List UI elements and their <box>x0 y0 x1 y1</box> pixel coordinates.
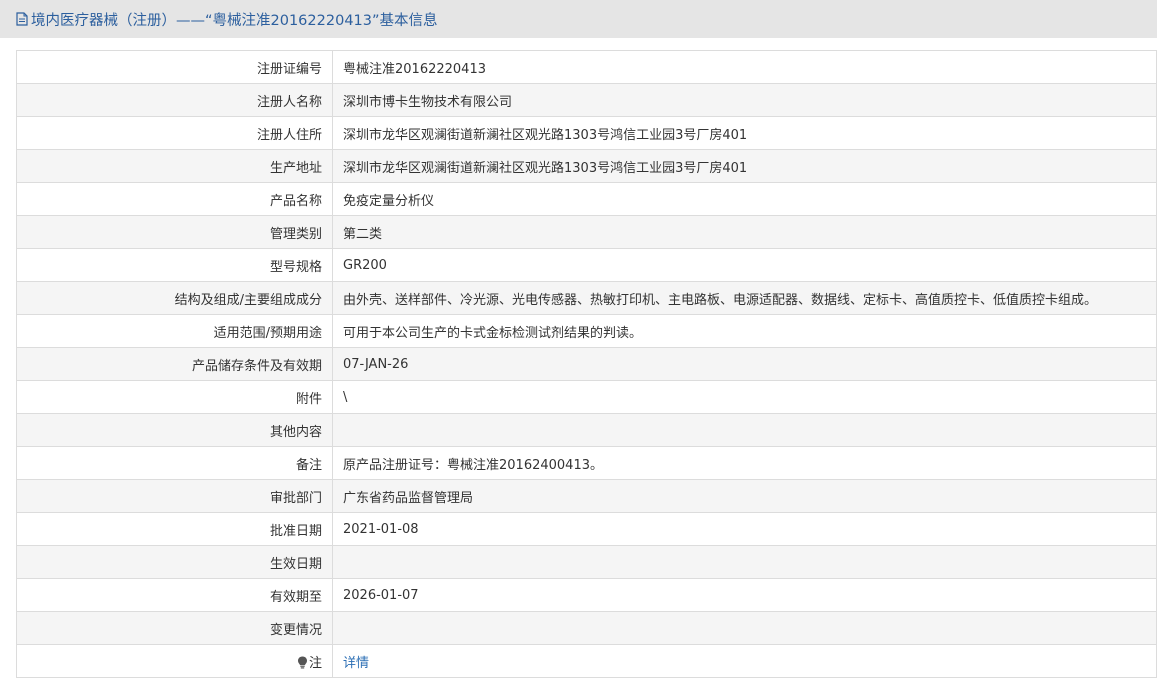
table-row: 其他内容 <box>16 413 1157 447</box>
field-value: 深圳市龙华区观澜街道新澜社区观光路1303号鸿信工业园3号厂房401 <box>332 149 1157 183</box>
table-row: 备注 原产品注册证号：粤械注准20162400413。 <box>16 446 1157 480</box>
field-value: 粤械注准20162220413 <box>332 50 1157 84</box>
field-label: 批准日期 <box>16 512 333 546</box>
info-table: 注册证编号 粤械注准20162220413 注册人名称 深圳市博卡生物技术有限公司 注册… <box>16 50 1157 678</box>
table-row: 注册人住所 深圳市龙华区观澜街道新澜社区观光路1303号鸿信工业园3号厂房401 <box>16 116 1157 150</box>
lightbulb-icon <box>297 656 308 669</box>
field-value: 2026-01-07 <box>332 578 1157 612</box>
table-row: 有效期至 2026-01-07 <box>16 578 1157 612</box>
table-row: 注册证编号 粤械注准20162220413 <box>16 50 1157 84</box>
field-label: 备注 <box>16 446 333 480</box>
field-value: 第二类 <box>332 215 1157 249</box>
field-label: 注册人名称 <box>16 83 333 117</box>
field-value: GR200 <box>332 248 1157 282</box>
field-value <box>332 611 1157 645</box>
page-title: 境内医疗器械（注册）——“粤械注准20162220413”基本信息 <box>31 12 438 29</box>
field-label: 结构及组成/主要组成成分 <box>16 281 333 315</box>
details-link[interactable]: 详情 <box>343 656 369 671</box>
table-row: 注册人名称 深圳市博卡生物技术有限公司 <box>16 83 1157 117</box>
table-row: 生产地址 深圳市龙华区观澜街道新澜社区观光路1303号鸿信工业园3号厂房401 <box>16 149 1157 183</box>
table-row: 适用范围/预期用途 可用于本公司生产的卡式金标检测试剂结果的判读。 <box>16 314 1157 348</box>
note-label: 注 <box>308 655 322 671</box>
document-icon <box>16 12 28 26</box>
field-value: \ <box>332 380 1157 414</box>
field-value: 由外壳、送样部件、冷光源、光电传感器、热敏打印机、主电路板、电源适配器、数据线、… <box>332 281 1157 315</box>
table-row: 结构及组成/主要组成成分 由外壳、送样部件、冷光源、光电传感器、热敏打印机、主电路… <box>16 281 1157 315</box>
field-label: 产品名称 <box>16 182 333 216</box>
field-value: 深圳市龙华区观澜街道新澜社区观光路1303号鸿信工业园3号厂房401 <box>332 116 1157 150</box>
field-label: 产品储存条件及有效期 <box>16 347 333 381</box>
page-header: 境内医疗器械（注册）——“粤械注准20162220413”基本信息 <box>0 0 1157 38</box>
field-label: 附件 <box>16 380 333 414</box>
field-label: 审批部门 <box>16 479 333 513</box>
table-row: 生效日期 <box>16 545 1157 579</box>
table-row: 产品名称 免疫定量分析仪 <box>16 182 1157 216</box>
field-label: 有效期至 <box>16 578 333 612</box>
field-value: 07-JAN-26 <box>332 347 1157 381</box>
table-row: 管理类别 第二类 <box>16 215 1157 249</box>
table-row: 型号规格 GR200 <box>16 248 1157 282</box>
table-row: 批准日期 2021-01-08 <box>16 512 1157 546</box>
field-value <box>332 413 1157 447</box>
table-row: 产品储存条件及有效期 07-JAN-26 <box>16 347 1157 381</box>
field-value: 广东省药品监督管理局 <box>332 479 1157 513</box>
field-value: 2021-01-08 <box>332 512 1157 546</box>
field-label: 注册证编号 <box>16 50 333 84</box>
field-label: 型号规格 <box>16 248 333 282</box>
field-label: 生效日期 <box>16 545 333 579</box>
field-value: 可用于本公司生产的卡式金标检测试剂结果的判读。 <box>332 314 1157 348</box>
field-value: 免疫定量分析仪 <box>332 182 1157 216</box>
field-value <box>332 545 1157 579</box>
table-row: 审批部门 广东省药品监督管理局 <box>16 479 1157 513</box>
field-label: 其他内容 <box>16 413 333 447</box>
note-label-cell: 注 <box>16 644 333 678</box>
field-label: 适用范围/预期用途 <box>16 314 333 348</box>
field-label: 管理类别 <box>16 215 333 249</box>
table-row: 附件 \ <box>16 380 1157 414</box>
field-label: 变更情况 <box>16 611 333 645</box>
field-value: 深圳市博卡生物技术有限公司 <box>332 83 1157 117</box>
field-label: 注册人住所 <box>16 116 333 150</box>
table-row-note: 注 详情 <box>16 644 1157 678</box>
table-row: 变更情况 <box>16 611 1157 645</box>
note-value-cell: 详情 <box>332 644 1157 678</box>
field-value: 原产品注册证号：粤械注准20162400413。 <box>332 446 1157 480</box>
field-label: 生产地址 <box>16 149 333 183</box>
